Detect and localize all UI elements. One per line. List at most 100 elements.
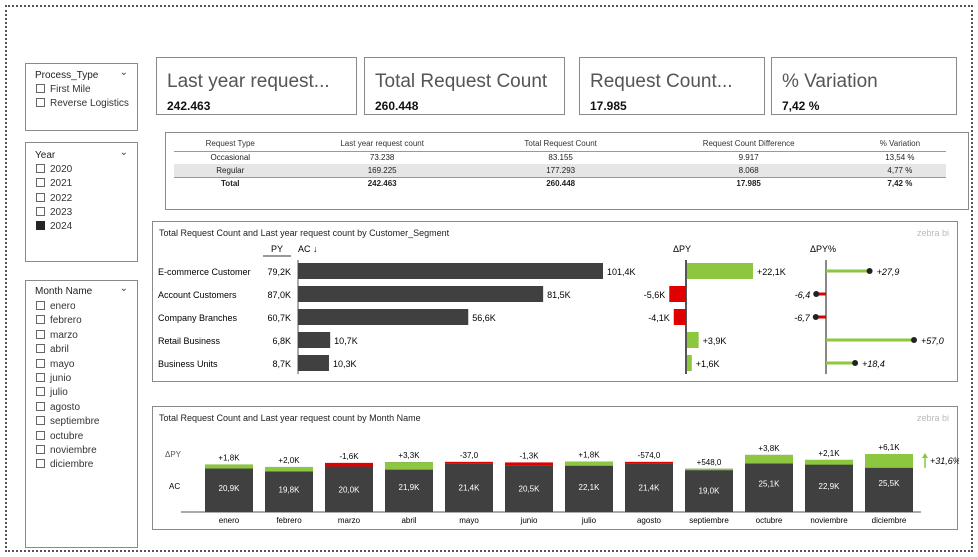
slicer-option[interactable]: noviembre bbox=[36, 445, 97, 457]
matrix-header[interactable]: Request Type bbox=[174, 137, 287, 152]
delta-pct-pin-head[interactable] bbox=[812, 314, 819, 320]
ac-bar[interactable] bbox=[298, 332, 331, 348]
slicer-option[interactable]: agosto bbox=[36, 401, 80, 414]
segment-category-label[interactable]: Company Branches bbox=[158, 313, 238, 323]
matrix-header[interactable]: Request Count Difference bbox=[643, 137, 854, 152]
month-category-label[interactable]: agosto bbox=[637, 516, 662, 525]
month-delta-bar[interactable] bbox=[505, 462, 553, 466]
delta-py-bar[interactable] bbox=[669, 286, 686, 302]
ac-bar[interactable] bbox=[298, 309, 469, 325]
checkbox-icon[interactable] bbox=[36, 329, 45, 339]
slicer-option[interactable]: diciembre bbox=[36, 459, 93, 471]
chevron-down-icon[interactable]: ⌄ bbox=[120, 67, 128, 78]
checkbox-icon[interactable] bbox=[36, 98, 45, 107]
month-delta-bar[interactable] bbox=[685, 468, 733, 471]
month-category-label[interactable]: febrero bbox=[276, 516, 302, 525]
slicer-option[interactable]: septiembre bbox=[36, 416, 99, 428]
month-category-label[interactable]: diciembre bbox=[872, 516, 907, 525]
checkbox-icon[interactable] bbox=[36, 344, 45, 354]
checkbox-icon[interactable] bbox=[36, 416, 45, 426]
process-type-option[interactable]: Reverse Logistics bbox=[36, 98, 129, 110]
arrow-up-icon bbox=[922, 453, 928, 458]
checkbox-icon[interactable] bbox=[36, 178, 45, 188]
slicer-option[interactable]: 2024 bbox=[36, 221, 72, 233]
month-category-label[interactable]: mayo bbox=[459, 516, 479, 525]
segment-category-label[interactable]: Account Customers bbox=[158, 290, 237, 300]
segment-category-label[interactable]: Retail Business bbox=[158, 336, 221, 346]
slicer-option[interactable]: julio bbox=[36, 387, 68, 399]
month-delta-bar[interactable] bbox=[385, 462, 433, 470]
table-row[interactable]: Occasional 73.238 83.155 9.917 13,54 % bbox=[174, 151, 946, 164]
month-delta-bar[interactable] bbox=[445, 461, 493, 464]
month-category-label[interactable]: septiembre bbox=[689, 516, 729, 525]
checkbox-icon[interactable] bbox=[36, 192, 45, 202]
month-category-label[interactable]: abril bbox=[401, 516, 416, 525]
slicer-option[interactable]: 2023 bbox=[36, 206, 72, 219]
slicer-option-label: junio bbox=[50, 373, 72, 384]
delta-pct-pin-head[interactable] bbox=[866, 268, 873, 274]
checkbox-icon[interactable] bbox=[36, 401, 45, 411]
delta-pct-pin-head[interactable] bbox=[813, 291, 820, 297]
checkbox-icon[interactable] bbox=[36, 430, 45, 440]
delta-py-bar[interactable] bbox=[673, 309, 686, 325]
table-row[interactable]: Regular 169.225 177.293 8.068 4,77 % bbox=[174, 164, 946, 177]
matrix-header[interactable]: Total Request Count bbox=[477, 137, 644, 152]
month-ac-label: 25,5K bbox=[879, 479, 901, 488]
segment-category-label[interactable]: E-commerce Customer bbox=[158, 267, 251, 277]
month-delta-bar[interactable] bbox=[565, 461, 613, 466]
month-delta-bar[interactable] bbox=[865, 454, 913, 468]
checkbox-icon[interactable] bbox=[36, 373, 45, 382]
month-category-label[interactable]: junio bbox=[520, 516, 538, 525]
month-delta-bar[interactable] bbox=[805, 459, 853, 465]
delta-pct-pin-head[interactable] bbox=[852, 360, 859, 366]
slicer-option[interactable]: enero bbox=[36, 301, 76, 313]
checkbox-icon[interactable] bbox=[36, 445, 45, 454]
checkbox-icon[interactable] bbox=[36, 164, 45, 173]
slicer-option[interactable]: 2022 bbox=[36, 192, 72, 205]
delta-pct-pin-head[interactable] bbox=[911, 337, 917, 343]
segment-category-label[interactable]: Business Units bbox=[158, 359, 218, 369]
process-type-option[interactable]: First Mile bbox=[36, 84, 91, 96]
slicer-option[interactable]: 2020 bbox=[36, 164, 72, 176]
checkbox-icon[interactable] bbox=[36, 387, 45, 397]
slicer-option[interactable]: octubre bbox=[36, 430, 84, 443]
ac-column-header[interactable]: AC ↓ bbox=[298, 244, 318, 254]
matrix-header[interactable]: % Variation bbox=[853, 137, 946, 152]
chevron-down-icon[interactable]: ⌄ bbox=[120, 283, 128, 294]
slicer-option[interactable]: marzo bbox=[36, 329, 78, 342]
month-category-label[interactable]: noviembre bbox=[810, 516, 848, 525]
delta-py-bar[interactable] bbox=[687, 355, 692, 371]
month-delta-label: -1,3K bbox=[519, 451, 539, 460]
checkbox-icon[interactable] bbox=[36, 84, 45, 93]
month-delta-bar[interactable] bbox=[745, 454, 793, 464]
checkbox-icon[interactable] bbox=[36, 221, 45, 231]
month-category-label[interactable]: enero bbox=[219, 516, 240, 525]
month-delta-bar[interactable] bbox=[265, 466, 313, 472]
checkbox-icon[interactable] bbox=[36, 315, 45, 325]
month-category-label[interactable]: julio bbox=[581, 516, 597, 525]
slicer-option[interactable]: junio bbox=[36, 373, 71, 385]
month-delta-bar[interactable] bbox=[325, 462, 373, 467]
checkbox-icon[interactable] bbox=[36, 206, 45, 216]
delta-py-bar[interactable] bbox=[687, 263, 753, 279]
slicer-option[interactable]: abril bbox=[36, 344, 69, 356]
slicer-option[interactable]: 2021 bbox=[36, 178, 72, 190]
checkbox-icon[interactable] bbox=[36, 459, 45, 469]
delta-py-bar[interactable] bbox=[687, 332, 699, 348]
month-category-label[interactable]: marzo bbox=[338, 516, 361, 525]
ac-bar[interactable] bbox=[298, 263, 603, 279]
month-delta-bar[interactable] bbox=[625, 461, 673, 464]
slicer-option[interactable]: febrero bbox=[36, 315, 82, 327]
ac-bar[interactable] bbox=[298, 355, 329, 371]
slicer-option-label: octubre bbox=[50, 430, 84, 442]
month-category-label[interactable]: octubre bbox=[756, 516, 783, 525]
ac-bar[interactable] bbox=[298, 286, 544, 302]
month-delta-bar[interactable] bbox=[205, 464, 253, 469]
checkbox-icon[interactable] bbox=[36, 358, 45, 368]
chevron-down-icon[interactable]: ⌄ bbox=[120, 147, 128, 158]
matrix-header[interactable]: Last year request count bbox=[286, 137, 478, 152]
checkbox-icon[interactable] bbox=[36, 301, 45, 310]
slicer-option[interactable]: mayo bbox=[36, 358, 74, 371]
table-total-row[interactable]: Total 242.463 260.448 17.985 7,42 % bbox=[174, 176, 946, 190]
dpy-column-header: ΔPY bbox=[673, 244, 691, 254]
